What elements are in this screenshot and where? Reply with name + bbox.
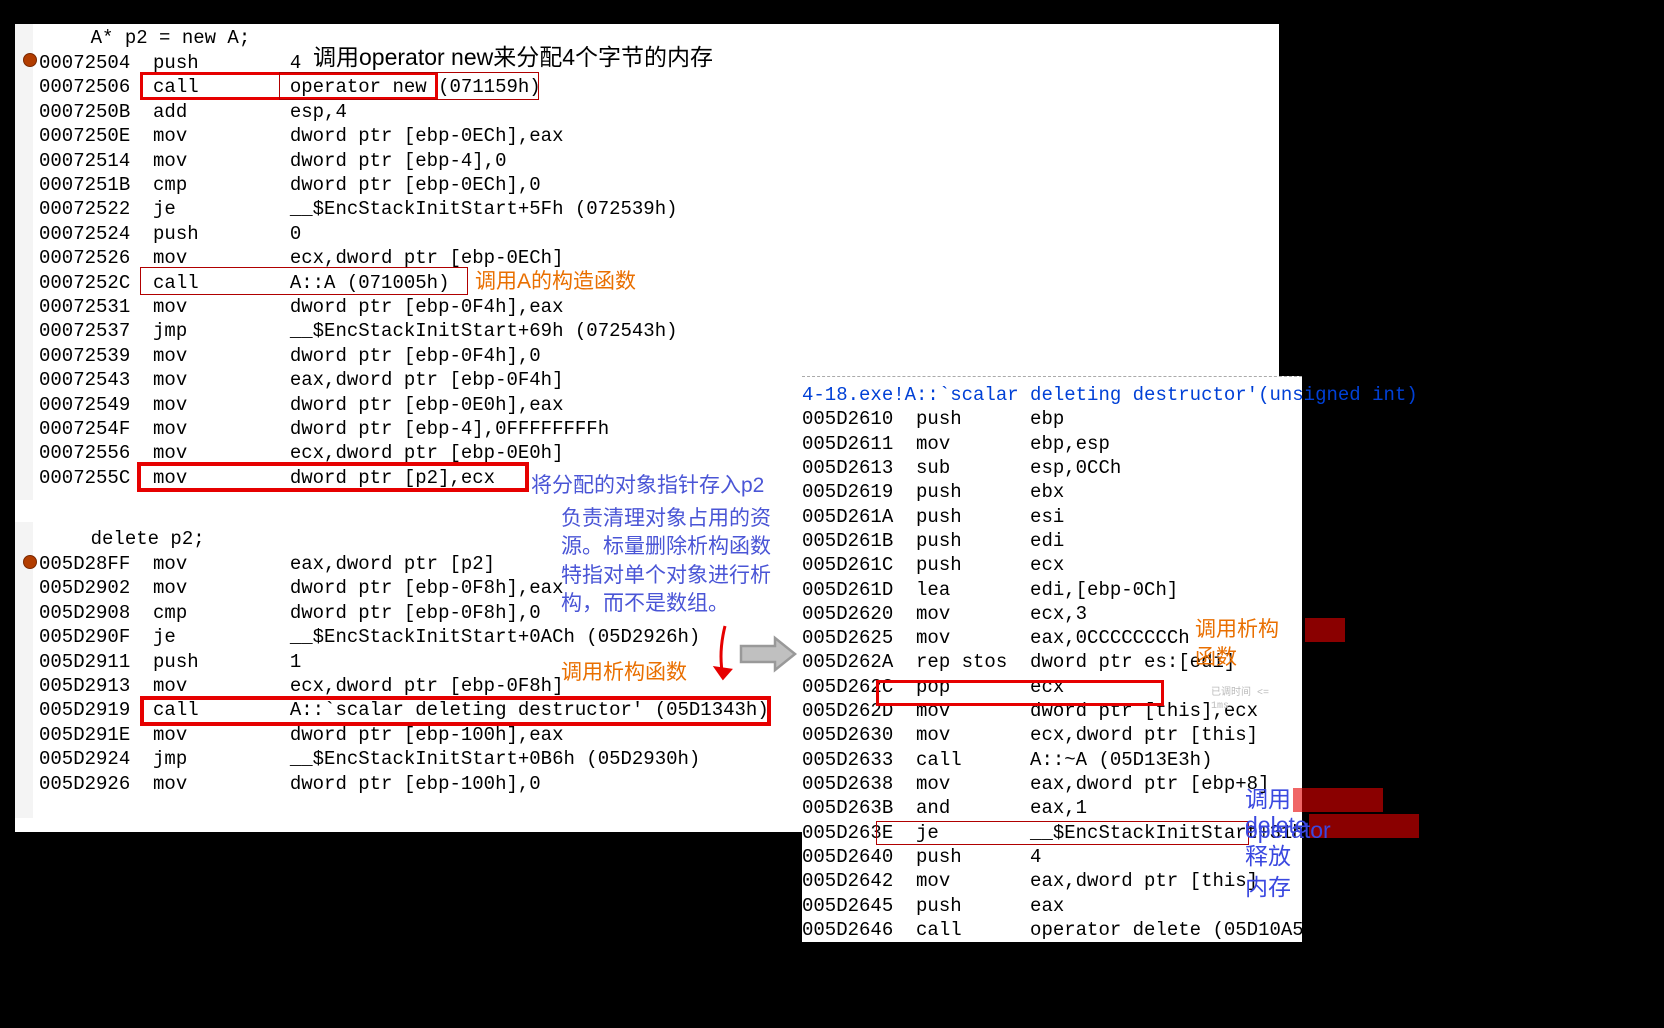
page-background: A* p2 = new A; 调用operator new来分配4个字节的内存 … [15,24,1279,832]
anno-ctor: 调用A的构造函数 [475,268,636,296]
asm-new-line: 0007250B add esp,4 [39,100,347,124]
asm-new-line: 00072531 mov dword ptr [ebp-0F4h],eax [39,295,564,319]
source-line-2: delete p2; [45,527,205,551]
hl-scalar-dtor [140,696,771,726]
asm-side-line: 005D261C push ecx [802,553,1302,577]
breakpoint-1[interactable] [23,53,37,67]
breakpoint-2[interactable] [23,555,37,569]
asm-del-line: 005D2924 jmp __$EncStackInitStart+0B6h (… [39,747,700,771]
asm-side-line: 005D261D lea edi,[ebp-0Ch] [802,578,1302,602]
watermark: 已调时间 <= 1ms [1211,688,1279,714]
anno-storep2: 将分配的对象指针存入p2 [531,472,764,500]
asm-new-line: 00072537 jmp __$EncStackInitStart+69h (0… [39,319,678,343]
gutter-top [15,24,33,500]
asm-new-line: 0007250E mov dword ptr [ebp-0ECh],eax [39,124,564,148]
asm-side-line: 005D2610 push ebp [802,407,1302,431]
asm-side-line: 005D2638 mov eax,dword ptr [ebp+8] [802,772,1302,796]
asm-new-line: 00072522 je __$EncStackInitStart+5Fh (07… [39,197,678,221]
asm-side-line: 005D2642 mov eax,dword ptr [this] [802,869,1302,893]
asm-side-block: 005D2610 push ebp005D2611 mov ebp,esp005… [802,407,1302,942]
asm-side-line: 005D261B push edi [802,529,1302,553]
asm-side-line: 005D263B and eax,1 [802,796,1302,820]
asm-new-line: 00072514 mov dword ptr [ebp-4],0 [39,149,506,173]
source-line-1: A* p2 = new A; [45,26,250,50]
asm-del-line: 005D2926 mov dword ptr [ebp-100h],0 [39,772,541,796]
asm-new-line: 0007254F mov dword ptr [ebp-4],0FFFFFFFF… [39,417,609,441]
asm-new-line: 00072543 mov eax,dword ptr [ebp-0F4h] [39,368,564,392]
asm-new-line: 00072524 push 0 [39,222,301,246]
hl-call-dtor-a [876,680,1164,706]
asm-del-line: 005D2902 mov dword ptr [ebp-0F8h],eax [39,576,564,600]
asm-side-line: 005D2611 mov ebp,esp [802,432,1302,456]
asm-side-line: 005D2619 push ebx [802,480,1302,504]
asm-side-line: 005D2645 push eax [802,894,1302,918]
asm-side-line: 005D261A push esi [802,505,1302,529]
anno-calldtor2: 调用析构函数 [1195,616,1279,673]
asm-new-line: 0007251B cmp dword ptr [ebp-0ECh],0 [39,173,541,197]
hl-operator-new-text [279,72,539,100]
asm-del-line: 005D2913 mov ecx,dword ptr [ebp-0F8h] [39,674,564,698]
asm-del-line: 005D28FF mov eax,dword ptr [p2] [39,552,495,576]
asm-side-line: 005D2633 call A::~A (05D13E3h) [802,748,1302,772]
hl-store-p2 [137,462,529,492]
asm-new-line: 00072549 mov dword ptr [ebp-0E0h],eax [39,393,564,417]
hl-call-ctor [140,267,468,295]
asm-del-line: 005D290F je __$EncStackInitStart+0ACh (0… [39,625,700,649]
arrow-right [739,634,799,674]
hl-operator-delete [876,821,1249,845]
asm-side-line: 005D2613 sub esp,0CCh [802,456,1302,480]
asm-side-line: 005D2646 call operator delete (05D10A5h) [802,918,1302,942]
anno-calldtor2-bg [1305,618,1345,642]
asm-side-line: 005D2640 push 4 [802,845,1302,869]
asm-side-line: 005D2630 mov ecx,dword ptr [this] [802,723,1302,747]
asm-del-line: 005D2911 push 1 [39,650,301,674]
side-title: 4-18.exe!A::`scalar deleting destructor'… [802,383,1302,407]
anno-explain: 负责清理对象占用的资源。标量删除析构函数特指对单个对象进行析构，而不是数组。 [561,505,791,618]
asm-new-line: 00072539 mov dword ptr [ebp-0F4h],0 [39,344,541,368]
anno-calldtor: 调用析构函数 [561,659,687,687]
asm-del-line: 005D2908 cmp dword ptr [ebp-0F8h],0 [39,601,541,625]
anno-explain-text: 负责清理对象占用的资源。标量删除析构函数特指对单个对象进行析构，而不是数组。 [561,507,771,615]
anno-opdelete2: delete释放内存 [1245,810,1308,903]
asm-del-line: 005D291E mov dword ptr [ebp-100h],eax [39,723,564,747]
comment-new: 调用operator new来分配4个字节的内存 [313,42,713,73]
